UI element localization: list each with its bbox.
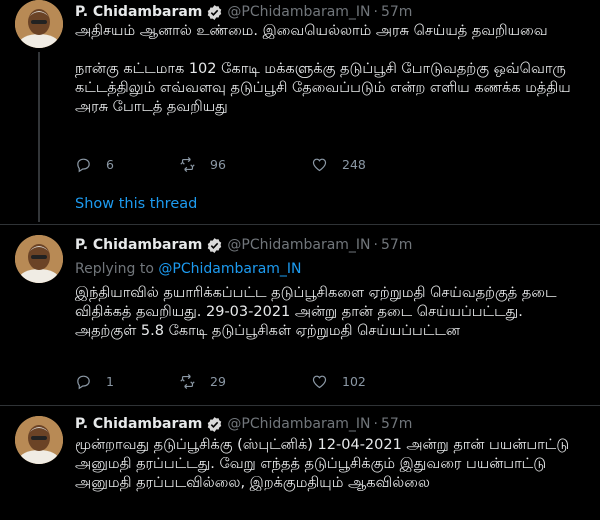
author-handle[interactable]: @PChidambaram_IN <box>227 4 370 20</box>
retweet-count: 96 <box>210 157 226 172</box>
avatar-photo <box>15 0 63 48</box>
author-name[interactable]: P. Chidambaram <box>75 237 202 253</box>
tweet-2[interactable]: P. Chidambaram @PChidambaram_IN · 57m Re… <box>0 225 600 405</box>
tweet-1[interactable]: P. Chidambaram @PChidambaram_IN · 57m அத… <box>0 0 600 225</box>
separator-dot: · <box>373 4 378 20</box>
verified-badge-icon <box>208 237 222 253</box>
tweet-text: இந்தியாவில் தயாரிக்கப்பட்ட தடுப்பூசிகளை … <box>75 285 557 339</box>
thread-connector-line <box>38 52 40 222</box>
separator-dot: · <box>373 416 378 432</box>
tweet-text: மூன்றாவது தடுப்பூசிக்கு (ஸ்புட்னிக்) 12-… <box>75 437 570 491</box>
tweet-header: P. Chidambaram @PChidambaram_IN · 57m <box>75 235 412 255</box>
tweet-header: P. Chidambaram @PChidambaram_IN · 57m <box>75 414 412 434</box>
author-name[interactable]: P. Chidambaram <box>75 4 202 20</box>
timestamp[interactable]: 57m <box>381 4 412 20</box>
verified-badge-icon <box>208 416 222 432</box>
timestamp[interactable]: 57m <box>381 416 412 432</box>
like-count: 102 <box>342 374 366 389</box>
tweet-3[interactable]: P. Chidambaram @PChidambaram_IN · 57m மூ… <box>0 406 600 520</box>
author-handle[interactable]: @PChidambaram_IN <box>227 237 370 253</box>
like-icon <box>312 375 327 389</box>
reply-button[interactable]: 6 <box>75 156 114 173</box>
avatar-photo <box>15 235 63 283</box>
retweet-button[interactable]: 96 <box>179 156 226 173</box>
reply-count: 6 <box>106 157 114 172</box>
reply-icon <box>77 375 90 390</box>
like-icon <box>312 158 327 172</box>
replying-to-mention[interactable]: @PChidambaram_IN <box>158 261 301 277</box>
retweet-icon <box>180 156 195 173</box>
retweet-button[interactable]: 29 <box>179 373 226 390</box>
reply-count: 1 <box>106 374 114 389</box>
tweet-header: P. Chidambaram @PChidambaram_IN · 57m <box>75 2 412 22</box>
retweet-icon <box>180 373 195 390</box>
tweet-text: அதிசயம் ஆனால் உண்மை. இவையெல்லாம் அரசு செ… <box>75 23 571 115</box>
timestamp[interactable]: 57m <box>381 237 412 253</box>
avatar[interactable] <box>15 235 63 283</box>
replying-to-label: Replying to <box>75 261 154 277</box>
like-button[interactable]: 248 <box>311 156 366 173</box>
verified-badge-icon <box>208 4 222 20</box>
separator-dot: · <box>373 237 378 253</box>
avatar-photo <box>15 416 63 464</box>
avatar[interactable] <box>15 416 63 464</box>
show-thread-link[interactable]: Show this thread <box>75 196 197 212</box>
like-count: 248 <box>342 157 366 172</box>
reply-icon <box>77 158 90 173</box>
author-handle[interactable]: @PChidambaram_IN <box>227 416 370 432</box>
reply-button[interactable]: 1 <box>75 373 114 390</box>
like-button[interactable]: 102 <box>311 373 366 390</box>
author-name[interactable]: P. Chidambaram <box>75 416 202 432</box>
avatar[interactable] <box>15 0 63 48</box>
replying-to: Replying to @PChidambaram_IN <box>75 261 302 277</box>
retweet-count: 29 <box>210 374 226 389</box>
